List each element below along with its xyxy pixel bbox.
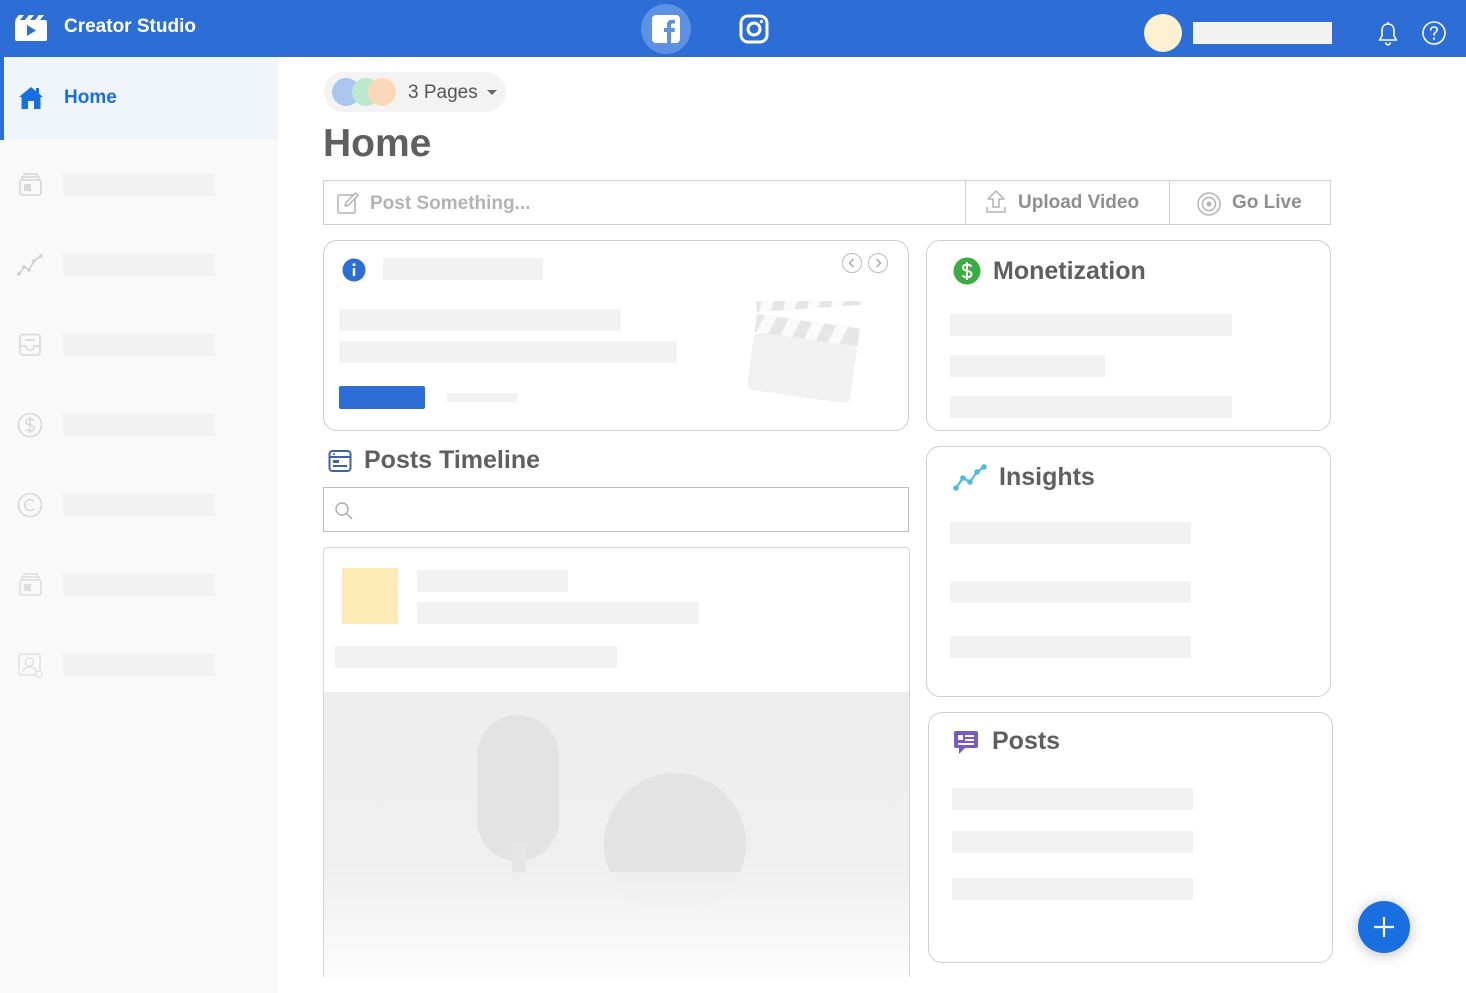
image-placeholder-icon <box>324 715 909 977</box>
insights-title: Insights <box>999 463 1095 491</box>
post-text-placeholder <box>335 646 617 668</box>
sidebar-item-copyright[interactable] <box>0 484 278 524</box>
instagram-tab[interactable] <box>736 11 772 47</box>
tip-title-placeholder <box>383 258 543 280</box>
sidebar-item-label-placeholder <box>63 334 215 356</box>
stat-placeholder <box>950 396 1232 418</box>
instagram-icon <box>739 14 769 44</box>
top-bar: Creator Studio <box>0 0 1466 57</box>
facebook-tab[interactable] <box>641 4 691 54</box>
tip-text-placeholder <box>339 309 621 331</box>
caret-down-icon <box>487 90 497 95</box>
stat-placeholder <box>952 831 1193 853</box>
upload-video-button[interactable]: Upload Video <box>966 181 1170 224</box>
dollar-icon <box>953 257 981 285</box>
page-selector-label: 3 Pages <box>408 82 478 103</box>
timeline-icon <box>328 450 352 472</box>
clapperboard-illustration <box>747 301 861 404</box>
page-selector[interactable]: 3 Pages <box>324 72 506 112</box>
tips-card <box>323 240 909 431</box>
sidebar-item-page-roles[interactable] <box>0 644 278 684</box>
posts-card[interactable]: Posts <box>928 712 1333 963</box>
bell-icon[interactable] <box>1376 21 1400 47</box>
sidebar-item-monetization[interactable] <box>0 404 278 444</box>
insights-icon <box>953 464 987 491</box>
sidebar-item-label-placeholder <box>63 654 215 676</box>
posts-icon <box>954 731 978 754</box>
app-title: Creator Studio <box>64 16 196 37</box>
sidebar-item-label-placeholder <box>63 494 215 516</box>
stat-placeholder <box>950 581 1191 603</box>
post-something-button[interactable]: Post Something... <box>324 181 966 224</box>
page-avatar <box>368 78 396 106</box>
chevron-right-icon <box>875 258 882 268</box>
insights-card[interactable]: Insights <box>926 446 1331 697</box>
upload-icon <box>986 190 1006 213</box>
facebook-icon <box>652 15 680 43</box>
post-media-placeholder <box>324 692 909 977</box>
avatar[interactable] <box>1144 14 1182 52</box>
monetization-card[interactable]: Monetization <box>926 240 1331 431</box>
post-thumbnail <box>342 568 398 624</box>
carousel-next-button[interactable] <box>868 253 888 273</box>
copyright-icon <box>17 492 43 518</box>
carousel-prev-button[interactable] <box>842 253 862 273</box>
info-icon <box>342 258 366 282</box>
post-something-label: Post Something... <box>370 193 531 214</box>
stat-placeholder <box>950 636 1191 658</box>
create-button[interactable] <box>1358 901 1410 953</box>
post-meta-placeholder <box>417 602 699 624</box>
chevron-left-icon <box>848 258 855 268</box>
composer-bar: Post Something... Upload Video Go Live <box>323 180 1331 225</box>
sidebar-item-creative-tools[interactable] <box>0 564 278 604</box>
sidebar-item-label-placeholder <box>63 174 215 196</box>
monetization-icon <box>17 412 43 438</box>
post-title-placeholder <box>417 570 568 592</box>
monetization-title: Monetization <box>993 257 1146 285</box>
tip-link-placeholder[interactable] <box>447 393 517 402</box>
page-roles-icon <box>18 653 43 678</box>
sidebar-item-label-placeholder <box>63 574 215 596</box>
go-live-label: Go Live <box>1232 192 1302 213</box>
sidebar-item-content-library[interactable] <box>0 164 278 204</box>
inbox-icon <box>19 333 41 356</box>
edit-icon <box>337 192 359 214</box>
help-icon[interactable] <box>1421 20 1447 46</box>
creator-studio-logo[interactable] <box>14 14 48 42</box>
posts-timeline-title: Posts Timeline <box>364 446 540 474</box>
user-name-placeholder <box>1193 22 1332 44</box>
tip-text-placeholder <box>339 341 677 363</box>
upload-video-label: Upload Video <box>1018 192 1140 213</box>
tip-action-button[interactable] <box>339 386 425 409</box>
post-preview-card[interactable] <box>323 547 910 977</box>
sidebar: Home <box>0 57 278 993</box>
timeline-search-input[interactable] <box>323 487 909 532</box>
insights-icon <box>17 254 43 276</box>
page-title: Home <box>323 122 432 165</box>
content-library-icon <box>19 173 42 196</box>
go-live-button[interactable]: Go Live <box>1170 181 1330 224</box>
posts-title: Posts <box>992 727 1061 755</box>
sidebar-item-insights[interactable] <box>0 244 278 284</box>
stat-placeholder <box>952 878 1193 900</box>
sidebar-item-label-placeholder <box>63 414 215 436</box>
sidebar-item-inbox[interactable] <box>0 324 278 364</box>
creative-tools-icon <box>19 573 42 596</box>
sidebar-item-label-placeholder <box>63 254 215 276</box>
stat-placeholder <box>950 314 1232 336</box>
plus-icon <box>1374 917 1394 937</box>
sidebar-item-label: Home <box>64 87 117 108</box>
stat-placeholder <box>950 355 1105 377</box>
home-icon <box>19 87 43 109</box>
live-icon <box>1197 192 1221 216</box>
stat-placeholder <box>950 522 1191 544</box>
stat-placeholder <box>952 788 1193 810</box>
search-icon <box>335 502 353 520</box>
sidebar-item-home[interactable]: Home <box>0 57 278 140</box>
